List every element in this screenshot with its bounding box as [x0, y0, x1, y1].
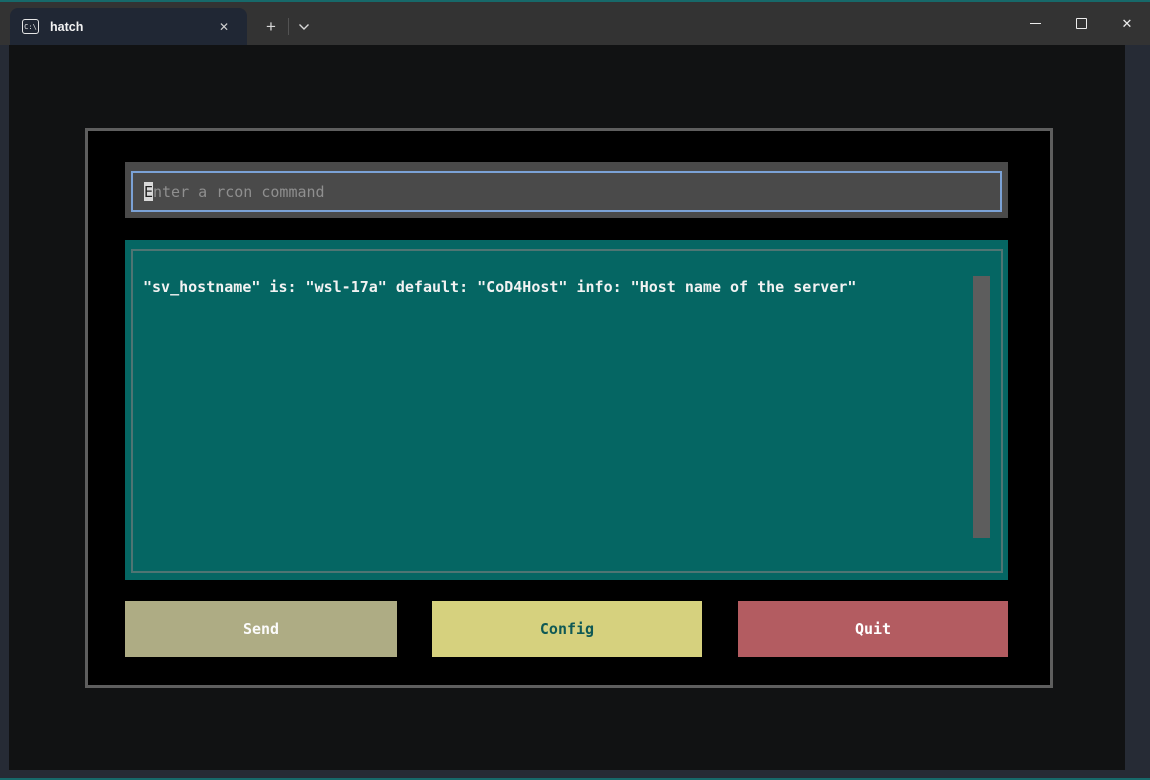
caption-buttons: ✕: [1012, 2, 1150, 45]
log-line: "sv_hostname" is: "wsl-17a" default: "Co…: [143, 278, 856, 296]
tab-close-icon[interactable]: ✕: [213, 16, 235, 38]
close-icon: ✕: [1122, 17, 1133, 30]
minimize-button[interactable]: [1012, 2, 1058, 45]
quit-button[interactable]: Quit: [738, 601, 1008, 657]
rcon-command-input[interactable]: Enter a rcon command: [131, 171, 1002, 212]
window-frame-left: [0, 45, 9, 770]
log-scrollbar-thumb[interactable]: [973, 276, 990, 538]
window-frame-bottom: [0, 770, 1150, 778]
rcon-log-output[interactable]: "sv_hostname" is: "wsl-17a" default: "Co…: [125, 240, 1008, 580]
new-tab-button[interactable]: +: [257, 13, 285, 40]
config-button[interactable]: Config: [432, 601, 702, 657]
log-output-border: [131, 249, 1003, 573]
text-cursor: E: [144, 182, 153, 201]
tab-title: hatch: [50, 20, 213, 34]
close-button[interactable]: ✕: [1104, 2, 1150, 45]
terminal-viewport: Enter a rcon command "sv_hostname" is: "…: [9, 45, 1125, 770]
maximize-button[interactable]: [1058, 2, 1104, 45]
titlebar: C:\ hatch ✕ + ✕: [0, 2, 1150, 45]
send-button[interactable]: Send: [125, 601, 397, 657]
command-prompt-icon: C:\: [22, 19, 39, 34]
minimize-icon: [1030, 23, 1041, 24]
rcon-command-input-container: Enter a rcon command: [125, 162, 1008, 218]
window-frame-right: [1125, 45, 1150, 770]
maximize-icon: [1076, 18, 1087, 29]
rcon-app-screen: Enter a rcon command "sv_hostname" is: "…: [85, 128, 1053, 688]
input-placeholder: nter a rcon command: [153, 183, 325, 201]
tab-dropdown-button[interactable]: [291, 13, 317, 40]
chevron-down-icon: [298, 23, 310, 31]
tabbar-separator: [288, 18, 289, 35]
tab-hatch[interactable]: C:\ hatch ✕: [10, 8, 247, 45]
